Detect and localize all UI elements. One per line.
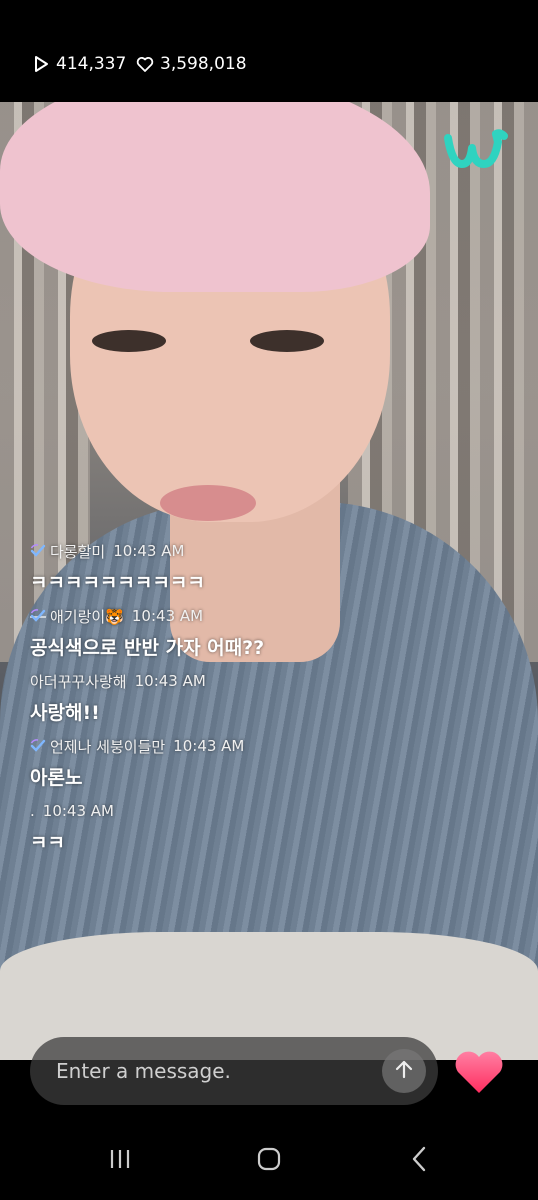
- home-icon: [255, 1145, 283, 1177]
- chat-username: 애기랑이🐯: [50, 607, 124, 626]
- chat-time: 10:43 AM: [173, 737, 245, 755]
- verified-badge-icon: [30, 543, 46, 559]
- send-button[interactable]: [382, 1049, 426, 1093]
- hair: [0, 102, 430, 292]
- chat-username: .: [30, 802, 35, 820]
- chat-username: 아더꾸꾸사랑해: [30, 672, 127, 691]
- message-input[interactable]: [56, 1037, 376, 1105]
- chat-message: 아더꾸꾸사랑해 10:43 AM 사랑해!!: [30, 670, 510, 725]
- view-count-value: 414,337: [56, 54, 127, 74]
- like-count-value: 3,598,018: [160, 54, 247, 74]
- view-count: 414,337: [32, 54, 126, 74]
- chat-message: 다롱할미 10:43 AM ㅋㅋㅋㅋㅋㅋㅋㅋㅋㅋ: [30, 540, 510, 595]
- chat-time: 10:43 AM: [134, 672, 206, 690]
- heart-outline-icon: [136, 55, 154, 73]
- like-count: 3,598,018: [136, 54, 247, 74]
- chat-username: 언제나 세붕이들만: [50, 737, 166, 756]
- chat-list[interactable]: 다롱할미 10:43 AM ㅋㅋㅋㅋㅋㅋㅋㅋㅋㅋ 애기랑이🐯 10:43 AM …: [30, 540, 510, 865]
- lips: [160, 485, 256, 521]
- live-stats-bar: 414,337 3,598,018: [0, 0, 538, 102]
- arrow-up-icon: [392, 1057, 416, 1085]
- chat-message: . 10:43 AM ㅋㅋ: [30, 800, 510, 855]
- chat-message: 애기랑이🐯 10:43 AM 공식색으로 반반 가자 어때??: [30, 605, 510, 660]
- verified-badge-icon: [30, 738, 46, 754]
- chat-text: 사랑해!!: [30, 702, 100, 724]
- chat-time: 10:43 AM: [131, 607, 204, 625]
- chat-time: 10:43 AM: [113, 542, 185, 560]
- recent-apps-button[interactable]: [100, 1146, 140, 1176]
- back-icon: [408, 1145, 432, 1177]
- chat-time: 10:43 AM: [42, 802, 114, 820]
- weverse-logo: [440, 124, 508, 176]
- chat-text: 공식색으로 반반 가자 어때??: [30, 637, 265, 659]
- play-icon: [32, 55, 50, 73]
- home-button[interactable]: [249, 1146, 289, 1176]
- back-button[interactable]: [400, 1146, 440, 1176]
- message-bar: [30, 1037, 438, 1105]
- chat-message: 언제나 세붕이들만 10:43 AM 아론노: [30, 735, 510, 790]
- verified-badge-icon: [30, 608, 46, 624]
- chat-text: ㅋㅋㅋㅋㅋㅋㅋㅋㅋㅋ: [30, 572, 205, 594]
- like-button[interactable]: [452, 1045, 506, 1099]
- chat-text: ㅋㅋ: [30, 832, 65, 854]
- chat-username: 다롱할미: [50, 542, 106, 561]
- chat-text: 아론노: [30, 767, 83, 789]
- heart-icon: [452, 1051, 506, 1103]
- recent-apps-icon: [105, 1147, 135, 1175]
- system-nav-bar: [0, 1120, 538, 1200]
- left-eye: [92, 330, 166, 352]
- right-eye: [250, 330, 324, 352]
